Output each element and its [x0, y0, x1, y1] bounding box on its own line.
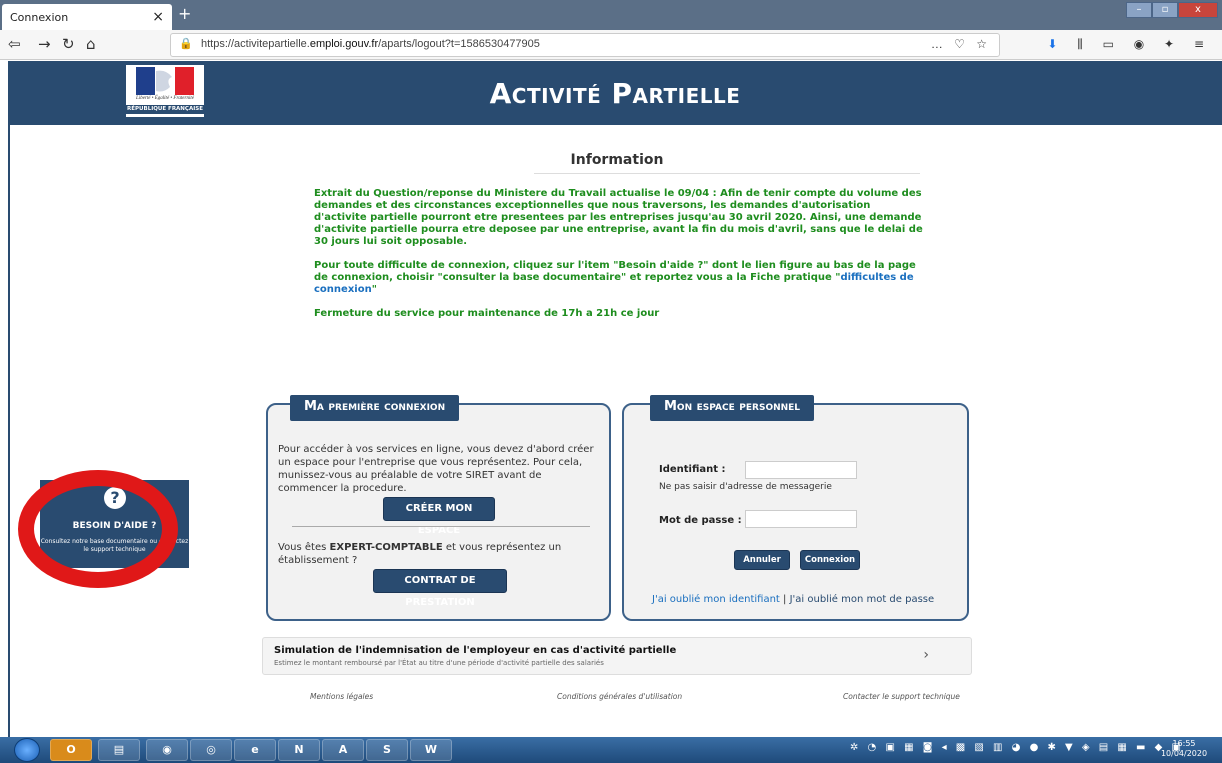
forgot-identifier-link[interactable]: J'ai oublié mon identifiant: [652, 594, 780, 605]
download-icon[interactable]: ⬇: [1047, 37, 1065, 51]
identifier-hint: Ne pas saisir d'adresse de messagerie: [659, 482, 832, 492]
url-path: /aparts/logout?t=1586530477905: [378, 38, 540, 50]
expert-text-before: Vous êtes: [278, 542, 330, 553]
back-icon[interactable]: ⇦: [8, 35, 21, 53]
create-space-button[interactable]: CRÉER MON ESPACE: [383, 497, 495, 536]
first-login-title: Ma première connexion: [290, 395, 460, 421]
chrome-icon[interactable]: ◎: [190, 739, 232, 761]
red-circle-annotation: [18, 470, 178, 588]
window-close-icon[interactable]: x: [1178, 2, 1218, 18]
minimize-icon[interactable]: –: [1126, 2, 1152, 18]
menu-icon[interactable]: ≡: [1194, 37, 1212, 51]
clock-time: 16:55: [1172, 739, 1196, 748]
home-icon[interactable]: ⌂: [86, 35, 96, 53]
legal-link[interactable]: Mentions légales: [310, 692, 373, 701]
onenote-icon[interactable]: N: [278, 739, 320, 761]
new-tab-icon[interactable]: +: [178, 4, 191, 23]
personal-space-panel: Mon espace personnel Identifiant : Ne pa…: [622, 395, 969, 621]
system-clock[interactable]: 16:55 10/04/2020: [1160, 739, 1208, 759]
info-divider: [534, 173, 920, 174]
start-button-icon[interactable]: [14, 738, 40, 762]
toolbar-icons: ⬇ ⫼ ▭ ◉ ✦ ≡: [1047, 37, 1212, 52]
address-bar[interactable]: 🔒 https://activitepartielle.emploi.gouv.…: [170, 33, 1000, 57]
forgot-links: J'ai oublié mon identifiant | J'ai oubli…: [652, 593, 952, 606]
account-icon[interactable]: ◉: [1134, 37, 1152, 51]
info-paragraph-2-end: ": [371, 284, 377, 295]
browser-tab-bar: Connexion × + – ▫ x: [0, 0, 1222, 30]
info-paragraph-1: Extrait du Question/reponse du Ministere…: [314, 188, 923, 247]
first-login-panel: Ma première connexion Pour accéder à vos…: [266, 395, 611, 621]
lock-icon: 🔒: [179, 38, 193, 50]
info-title: Information: [570, 152, 664, 168]
system-tray-icons[interactable]: ✲ ◔ ▣ ▦ ◙ ◂ ▩ ▧ ▥ ◕ ● ✱ ▼ ◈ ▤ ▦ ▬ ◆ ▣: [850, 742, 1184, 753]
expert-text-bold: EXPERT-COMPTABLE: [329, 542, 443, 553]
windows-taskbar: O ▤ ◉ ◎ e N A S W ✲ ◔ ▣ ▦ ◙ ◂ ▩ ▧ ▥ ◕ ● …: [0, 737, 1222, 763]
contract-button[interactable]: CONTRAT DE PRESTATION: [373, 569, 507, 608]
forward-icon[interactable]: →: [38, 35, 51, 53]
word-icon[interactable]: W: [410, 739, 452, 761]
file-explorer-icon[interactable]: ▤: [98, 739, 140, 761]
info-paragraph-3: Fermeture du service pour maintenance de…: [314, 308, 660, 319]
first-login-divider: [292, 526, 590, 527]
firefox-icon[interactable]: ◉: [146, 739, 188, 761]
close-tab-icon[interactable]: ×: [152, 9, 164, 25]
browser-tab[interactable]: Connexion ×: [2, 4, 172, 30]
terms-link[interactable]: Conditions générales d'utilisation: [557, 692, 682, 701]
browser-nav-bar: ⇦ → ↻ ⌂ 🔒 https://activitepartielle.empl…: [0, 30, 1222, 60]
site-header: Liberté • Égalité • Fraternité RÉPUBLIQU…: [8, 61, 1222, 125]
password-input[interactable]: [745, 510, 857, 528]
tab-title: Connexion: [10, 11, 69, 24]
extension-icon[interactable]: ✦: [1164, 37, 1182, 51]
library-icon[interactable]: ⫼: [1077, 37, 1091, 51]
info-body: Extrait du Question/reponse du Ministere…: [314, 188, 924, 332]
sidebar-icon[interactable]: ▭: [1103, 37, 1122, 51]
simulation-subtitle: Estimez le montant remboursé par l'État …: [274, 659, 604, 667]
cancel-button[interactable]: Annuler: [734, 550, 790, 570]
page-left-border: [8, 125, 10, 737]
expert-text: Vous êtes EXPERT-COMPTABLE et vous repré…: [278, 541, 578, 567]
simulation-title: Simulation de l'indemnisation de l'emplo…: [274, 645, 677, 656]
skype-icon[interactable]: S: [366, 739, 408, 761]
url-prefix: https://activitepartielle.: [201, 38, 310, 50]
window-controls: – ▫ x: [1126, 2, 1218, 18]
outlook-icon[interactable]: O: [50, 739, 92, 761]
password-label: Mot de passe :: [659, 515, 742, 526]
info-paragraph-2-text: Pour toute difficulte de connexion, cliq…: [314, 260, 916, 283]
internet-explorer-icon[interactable]: e: [234, 739, 276, 761]
reload-icon[interactable]: ↻: [62, 35, 75, 53]
info-paragraph-2: Pour toute difficulte de connexion, cliq…: [314, 260, 924, 296]
page-actions-icon[interactable]: … ♡ ☆: [931, 37, 991, 51]
acrobat-icon[interactable]: A: [322, 739, 364, 761]
clock-date: 10/04/2020: [1160, 749, 1208, 758]
maximize-icon[interactable]: ▫: [1152, 2, 1178, 18]
site-title: Activité Partielle: [489, 77, 741, 110]
forgot-separator: |: [783, 594, 787, 605]
login-button[interactable]: Connexion: [800, 550, 860, 570]
identifier-input[interactable]: [745, 461, 857, 479]
url-domain: emploi.gouv.fr: [309, 38, 379, 50]
identifier-label: Identifiant :: [659, 464, 726, 475]
first-login-text: Pour accéder à vos services en ligne, vo…: [278, 444, 594, 494]
chevron-right-icon: ›: [923, 647, 929, 663]
support-link[interactable]: Contacter le support technique: [843, 692, 960, 701]
forgot-password-link[interactable]: J'ai oublié mon mot de passe: [790, 594, 935, 605]
simulation-banner[interactable]: Simulation de l'indemnisation de l'emplo…: [262, 637, 972, 675]
personal-space-title: Mon espace personnel: [650, 395, 815, 421]
